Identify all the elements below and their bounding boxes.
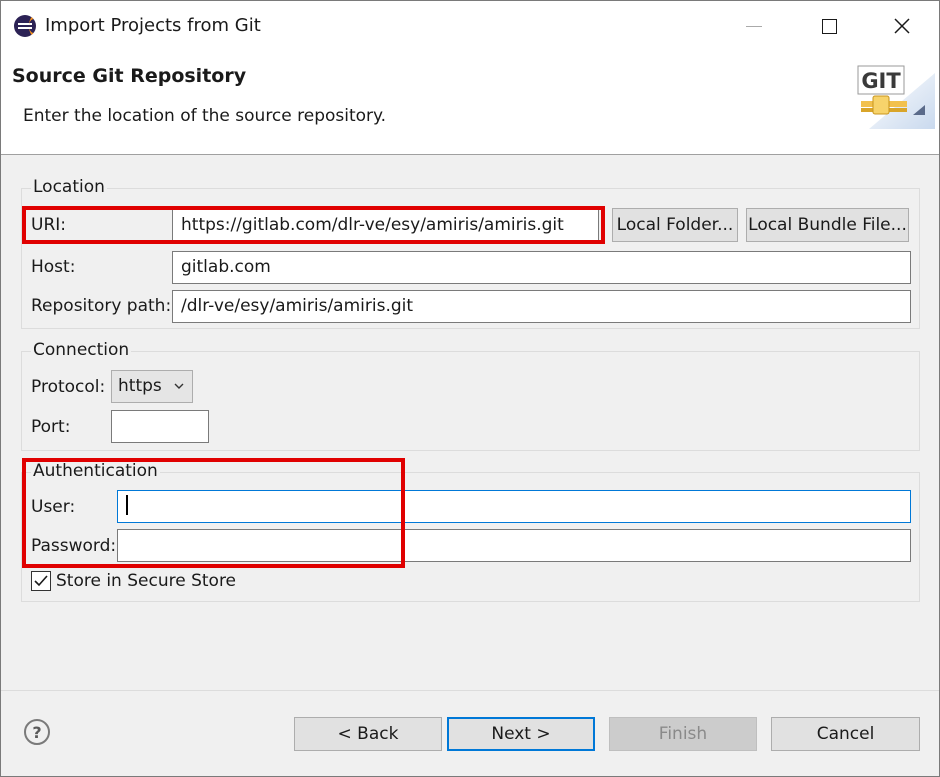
title-bar: Import Projects from Git — [1, 1, 939, 51]
host-input[interactable]: gitlab.com — [172, 251, 911, 284]
local-bundle-file-button[interactable]: Local Bundle File... — [746, 208, 909, 242]
minimize-button[interactable] — [731, 1, 777, 51]
local-folder-button[interactable]: Local Folder... — [612, 208, 738, 242]
user-input[interactable] — [117, 490, 911, 523]
user-label: User: — [31, 497, 76, 517]
location-group-label: Location — [31, 177, 107, 197]
page-title: Source Git Repository — [12, 65, 247, 87]
store-secure-label[interactable]: Store in Secure Store — [56, 571, 236, 591]
eclipse-icon — [14, 15, 36, 37]
back-button[interactable]: < Back — [294, 717, 442, 751]
next-button[interactable]: Next > — [447, 717, 595, 751]
authentication-group-label: Authentication — [31, 461, 160, 481]
cancel-button[interactable]: Cancel — [771, 717, 920, 751]
import-dialog: Import Projects from Git Source Git Repo… — [0, 0, 940, 777]
page-description: Enter the location of the source reposit… — [23, 106, 387, 126]
protocol-select[interactable]: https — [111, 370, 193, 403]
uri-input[interactable]: https://gitlab.com/dlr-ve/esy/amiris/ami… — [172, 209, 599, 242]
wizard-banner: Source Git Repository Enter the location… — [1, 51, 939, 155]
port-label: Port: — [31, 417, 71, 437]
protocol-label: Protocol: — [31, 377, 106, 397]
git-logo-text: GIT — [861, 69, 901, 93]
close-button[interactable] — [879, 1, 925, 51]
protocol-value: https — [118, 376, 162, 396]
checkmark-icon — [34, 575, 48, 587]
finish-button: Finish — [609, 717, 757, 751]
footer-separator — [1, 690, 939, 691]
text-caret — [126, 495, 128, 515]
repository-path-label: Repository path: — [31, 296, 172, 316]
port-input[interactable] — [111, 410, 209, 443]
repository-path-input[interactable]: /dlr-ve/esy/amiris/amiris.git — [172, 290, 911, 323]
git-logo-icon: GIT — [857, 65, 935, 129]
maximize-icon — [821, 18, 837, 34]
chevron-down-icon — [174, 383, 184, 389]
connection-group-label: Connection — [31, 340, 132, 360]
close-icon — [894, 18, 910, 34]
host-label: Host: — [31, 257, 76, 277]
uri-label: URI: — [31, 215, 66, 235]
maximize-button[interactable] — [806, 1, 852, 51]
help-icon[interactable]: ? — [24, 719, 50, 745]
window-title: Import Projects from Git — [45, 15, 261, 36]
store-secure-checkbox[interactable] — [31, 571, 51, 591]
password-label: Password: — [31, 536, 117, 556]
password-input[interactable] — [117, 529, 911, 562]
minimize-icon — [746, 25, 762, 27]
